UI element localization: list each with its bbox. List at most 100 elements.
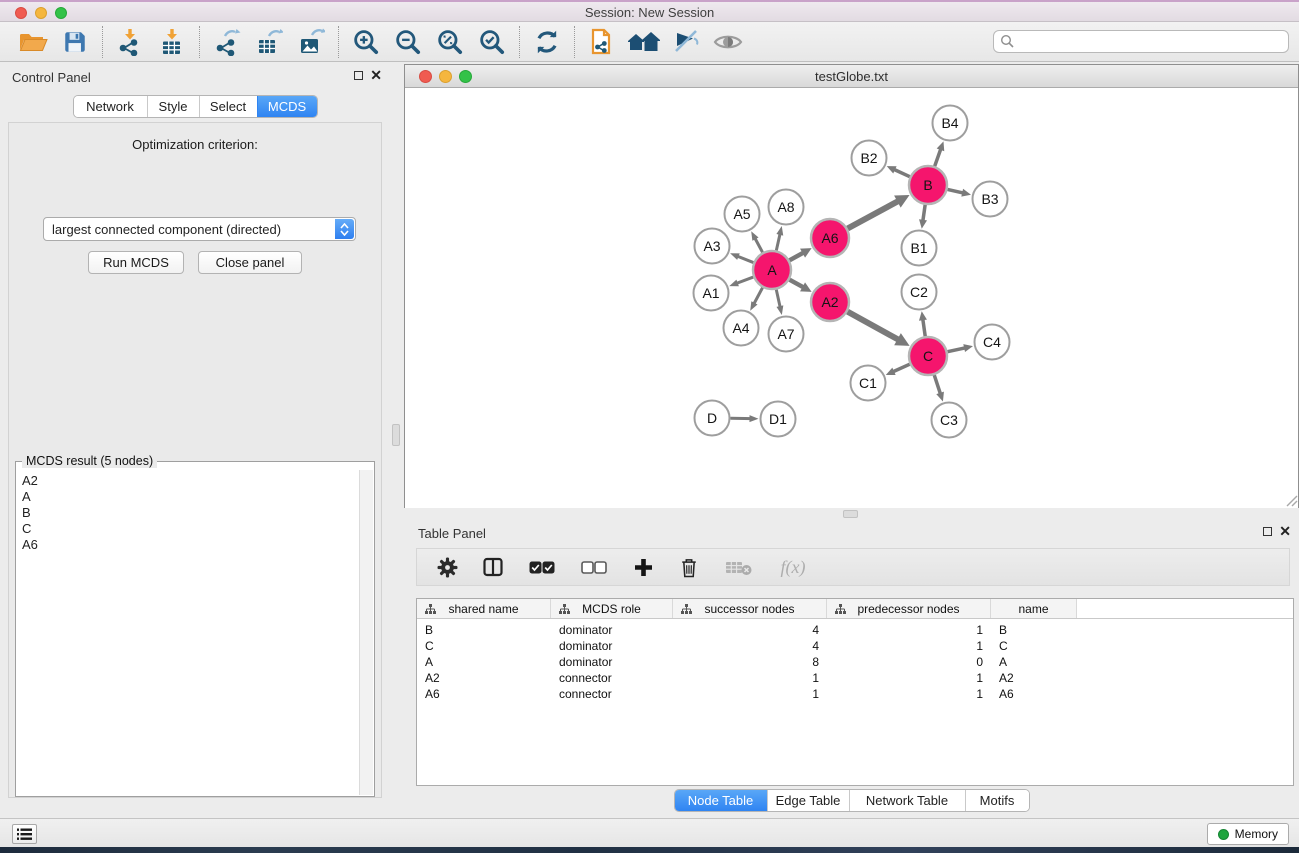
- tab-edge-table[interactable]: Edge Table: [767, 790, 849, 811]
- edge-C-C3[interactable]: [934, 375, 941, 395]
- eye-icon[interactable]: [707, 25, 749, 59]
- fx-label: f(x): [781, 557, 806, 578]
- zoom-fit-icon[interactable]: [429, 25, 471, 59]
- node-label-A6: A6: [821, 230, 838, 246]
- table-panel-title: Table Panel: [418, 526, 486, 541]
- network-canvas[interactable]: B4B2BB3A5A8A6A3B1AA1C2A2A4A7CC4C1C3DD1: [405, 88, 1298, 508]
- edge-A-A5[interactable]: [755, 237, 763, 252]
- table-row[interactable]: A6connector11A6: [417, 686, 1293, 702]
- table-row[interactable]: Cdominator41C: [417, 638, 1293, 654]
- node-table[interactable]: shared nameMCDS rolesuccessor nodesprede…: [416, 598, 1294, 786]
- table-cell: A: [417, 655, 551, 669]
- trash-icon[interactable]: [677, 555, 701, 579]
- edge-C-C2[interactable]: [923, 318, 926, 336]
- tab-motifs[interactable]: Motifs: [965, 790, 1029, 811]
- edge-B-B3[interactable]: [948, 189, 965, 193]
- mcds-result-item[interactable]: A: [22, 489, 359, 505]
- column-header-predecessor-nodes[interactable]: predecessor nodes: [827, 599, 991, 618]
- export-network-icon[interactable]: [206, 25, 248, 59]
- edge-B-B4[interactable]: [935, 148, 941, 166]
- memory-button[interactable]: Memory: [1207, 823, 1289, 845]
- export-image-icon[interactable]: [290, 25, 332, 59]
- table-cell: 4: [673, 639, 827, 653]
- column-header-mcds-role[interactable]: MCDS role: [551, 599, 673, 618]
- graphics-details-icon[interactable]: [665, 25, 707, 59]
- edge-B-B2[interactable]: [893, 169, 910, 177]
- edge-A-A4[interactable]: [753, 288, 762, 305]
- edge-C-C1[interactable]: [892, 364, 910, 372]
- table-header-row: shared nameMCDS rolesuccessor nodesprede…: [417, 599, 1293, 619]
- import-table-icon[interactable]: [151, 25, 193, 59]
- function-icon[interactable]: f(x): [775, 555, 811, 579]
- tab-select[interactable]: Select: [199, 96, 257, 117]
- refresh-layout-icon[interactable]: [526, 25, 568, 59]
- tab-network[interactable]: Network: [74, 96, 147, 117]
- table-cell: A2: [417, 671, 551, 685]
- desktop-wallpaper: [0, 847, 1299, 853]
- float-panel-icon[interactable]: [354, 71, 363, 80]
- zoom-out-icon[interactable]: [387, 25, 429, 59]
- column-header-name[interactable]: name: [991, 599, 1077, 618]
- home-icon[interactable]: [623, 25, 665, 59]
- add-icon[interactable]: [631, 555, 655, 579]
- edge-A-A7[interactable]: [776, 290, 780, 309]
- edge-A2-C[interactable]: [848, 312, 900, 341]
- node-label-C4: C4: [983, 334, 1001, 350]
- mcds-result-list[interactable]: A2ABCA6: [17, 470, 359, 795]
- criterion-select[interactable]: largest connected component (directed): [43, 217, 356, 241]
- vertical-splitter-grip[interactable]: [392, 424, 400, 446]
- select-all-icon[interactable]: [527, 555, 557, 579]
- table-cell: dominator: [551, 655, 673, 669]
- edge-A-A2[interactable]: [790, 280, 805, 288]
- table-panel: Table Panel ✕: [404, 518, 1299, 818]
- edge-A-A3[interactable]: [737, 256, 754, 263]
- tab-node-table[interactable]: Node Table: [675, 790, 767, 811]
- table-row[interactable]: A2connector11A2: [417, 670, 1293, 686]
- tab-style[interactable]: Style: [147, 96, 199, 117]
- resize-grip-icon[interactable]: [1284, 493, 1298, 507]
- edge-B-B1[interactable]: [923, 205, 925, 222]
- import-network-icon[interactable]: [109, 25, 151, 59]
- table-row[interactable]: Adominator80A: [417, 654, 1293, 670]
- close-panel-icon[interactable]: ✕: [370, 70, 382, 80]
- columns-icon[interactable]: [481, 555, 505, 579]
- save-session-icon[interactable]: [54, 25, 96, 59]
- table-row[interactable]: Bdominator41B: [417, 622, 1293, 638]
- edge-A-A6[interactable]: [790, 252, 805, 260]
- column-header-successor-nodes[interactable]: successor nodes: [673, 599, 827, 618]
- toolbar-separator: [574, 26, 575, 58]
- node-label-C2: C2: [910, 284, 928, 300]
- mcds-result-item[interactable]: A6: [22, 537, 359, 553]
- column-header-shared-name[interactable]: shared name: [417, 599, 551, 618]
- horizontal-splitter-grip[interactable]: [843, 510, 858, 518]
- zoom-in-icon[interactable]: [345, 25, 387, 59]
- task-history-button[interactable]: [12, 824, 37, 844]
- search-input[interactable]: [993, 30, 1289, 53]
- destroy-table-icon[interactable]: [723, 555, 753, 579]
- tab-mcds[interactable]: MCDS: [257, 96, 317, 117]
- edge-C-C4[interactable]: [948, 348, 967, 352]
- mcds-list-scrollbar[interactable]: [359, 470, 373, 795]
- network-window-titlebar[interactable]: testGlobe.txt: [405, 65, 1298, 88]
- edge-arrow-icon: [919, 219, 927, 228]
- gear-icon[interactable]: [435, 555, 459, 579]
- float-table-panel-icon[interactable]: [1263, 527, 1272, 536]
- close-panel-button[interactable]: Close panel: [198, 251, 302, 274]
- network-graph[interactable]: B4B2BB3A5A8A6A3B1AA1C2A2A4A7CC4C1C3DD1: [405, 88, 1298, 508]
- run-mcds-button[interactable]: Run MCDS: [88, 251, 184, 274]
- open-session-icon[interactable]: [12, 25, 54, 59]
- table-cell: dominator: [551, 623, 673, 637]
- table-cell: connector: [551, 687, 673, 701]
- deselect-all-icon[interactable]: [579, 555, 609, 579]
- mcds-result-item[interactable]: A2: [22, 473, 359, 489]
- tab-network-table[interactable]: Network Table: [849, 790, 965, 811]
- zoom-selected-icon[interactable]: [471, 25, 513, 59]
- edge-A6-B[interactable]: [848, 201, 900, 229]
- export-table-icon[interactable]: [248, 25, 290, 59]
- edge-A-A8[interactable]: [776, 233, 780, 251]
- mcds-result-item[interactable]: B: [22, 505, 359, 521]
- mcds-result-item[interactable]: C: [22, 521, 359, 537]
- edge-A-A1[interactable]: [736, 277, 753, 284]
- clone-network-icon[interactable]: [581, 25, 623, 59]
- close-table-panel-icon[interactable]: ✕: [1279, 526, 1291, 536]
